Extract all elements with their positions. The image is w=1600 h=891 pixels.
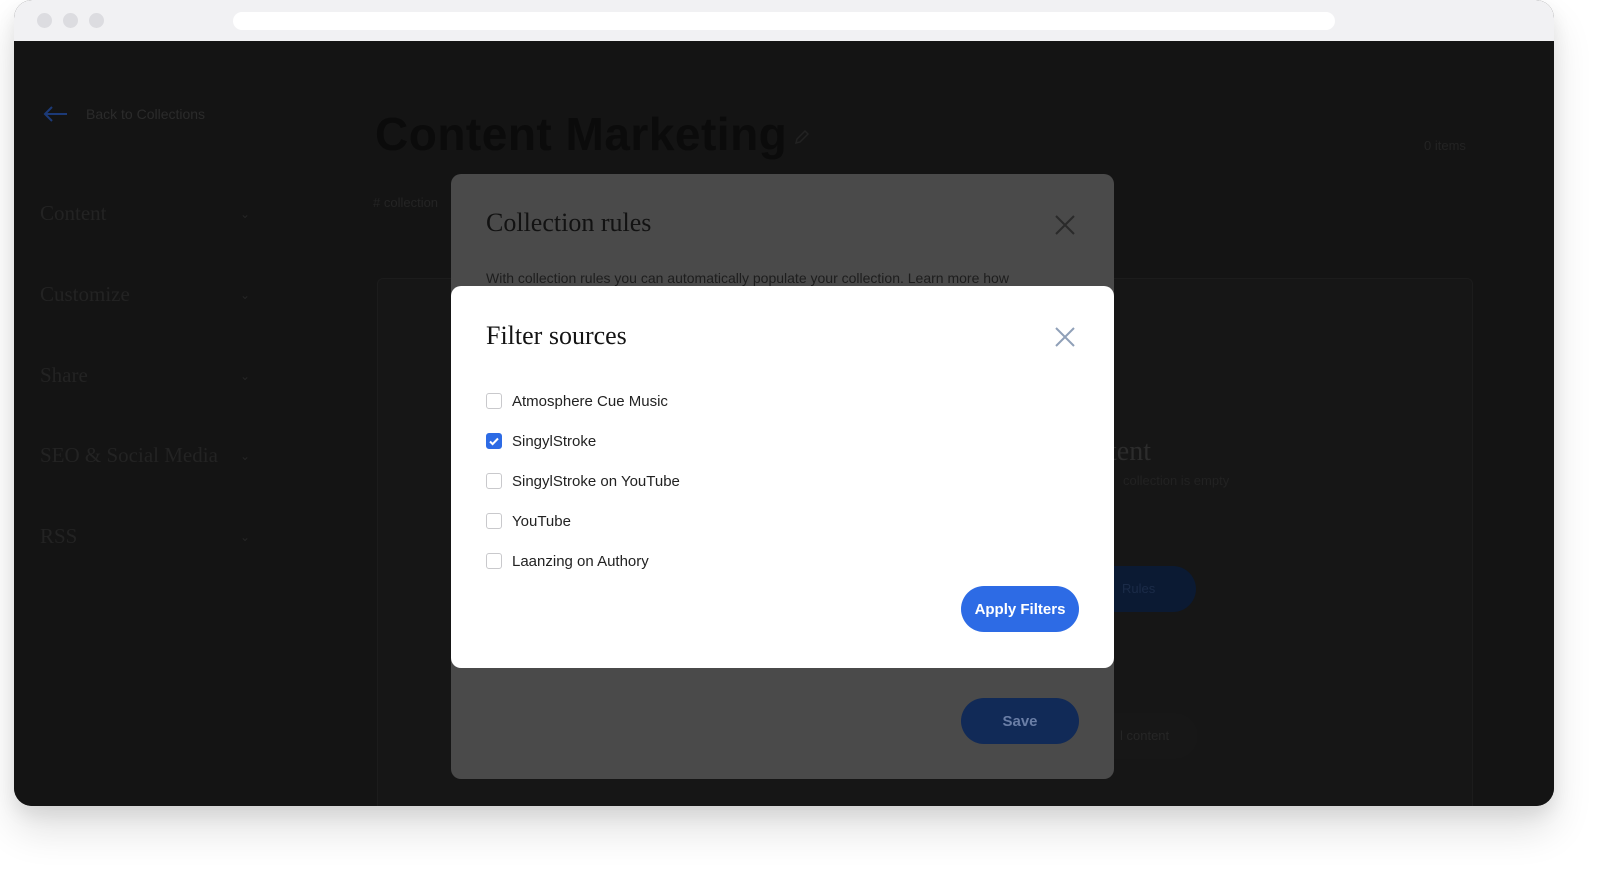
- window-maximize-dot[interactable]: [89, 13, 104, 28]
- add-content-button-label: l content: [1120, 728, 1170, 743]
- chevron-down-icon: ⌄: [240, 369, 251, 383]
- collection-rules-title: Collection rules: [486, 208, 652, 237]
- sidebar-item-label: RSS: [40, 524, 78, 548]
- source-option-singylstroke-on-youtube[interactable]: SingylStroke on YouTube: [486, 461, 680, 501]
- checkmark-icon: [489, 437, 499, 446]
- sidebar-item-customize[interactable]: Customize ⌄: [40, 282, 250, 312]
- filter-sources-title: Filter sources: [486, 321, 627, 350]
- sidebar-item-seo[interactable]: SEO & Social Media ⌄: [40, 443, 250, 473]
- empty-state-subtitle: collection is empty: [1123, 473, 1230, 488]
- sidebar-item-label: Share: [40, 363, 88, 387]
- chevron-down-icon: ⌄: [240, 449, 251, 463]
- sidebar-item-content[interactable]: Content ⌄: [40, 201, 250, 231]
- collection-rules-button[interactable]: Rules: [1104, 566, 1196, 612]
- page-background: Back to Collections Content ⌄ Customize …: [14, 41, 1554, 806]
- address-bar[interactable]: [233, 12, 1335, 30]
- sidebar-item-label: Customize: [40, 282, 130, 306]
- collection-rules-button-label: Rules: [1122, 581, 1156, 596]
- source-option-singylstroke[interactable]: SingylStroke: [486, 421, 680, 461]
- breadcrumb: # collection: [373, 195, 439, 210]
- sidebar-item-share[interactable]: Share ⌄: [40, 363, 250, 393]
- edit-icon[interactable]: [794, 129, 810, 145]
- items-count: 0 items: [1424, 138, 1466, 153]
- collection-rules-description: With collection rules you can automatica…: [486, 270, 1009, 286]
- source-options-list: Atmosphere Cue Music SingylStroke Singyl…: [486, 381, 680, 581]
- browser-window: Back to Collections Content ⌄ Customize …: [14, 0, 1554, 806]
- browser-chrome: [14, 0, 1554, 42]
- back-to-collections-link[interactable]: Back to Collections: [42, 105, 205, 123]
- close-icon[interactable]: [1054, 214, 1076, 236]
- page-title: Content Marketing: [375, 108, 788, 160]
- checkbox-unchecked[interactable]: [486, 553, 502, 569]
- checkbox-checked[interactable]: [486, 433, 502, 449]
- filter-sources-modal: Filter sources Atmosphere Cue Music Sing…: [451, 286, 1114, 668]
- source-option-label: YouTube: [512, 512, 571, 530]
- source-option-laanzing-on-authory[interactable]: Laanzing on Authory: [486, 541, 680, 581]
- sidebar-item-label: SEO & Social Media: [40, 443, 218, 467]
- arrow-left-icon: [43, 106, 67, 122]
- save-button[interactable]: Save: [961, 698, 1079, 744]
- source-option-label: Laanzing on Authory: [512, 552, 649, 570]
- source-option-youtube[interactable]: YouTube: [486, 501, 680, 541]
- source-option-label: SingylStroke: [512, 432, 597, 450]
- window-minimize-dot[interactable]: [63, 13, 78, 28]
- source-option-label: Atmosphere Cue Music: [512, 392, 668, 410]
- close-icon[interactable]: [1054, 326, 1076, 348]
- apply-filters-button[interactable]: Apply Filters: [961, 586, 1079, 632]
- sidebar-item-label: Content: [40, 201, 107, 225]
- empty-state-heading: tent: [1109, 436, 1151, 467]
- source-option-label: SingylStroke on YouTube: [512, 472, 680, 490]
- checkbox-unchecked[interactable]: [486, 513, 502, 529]
- back-link-label: Back to Collections: [86, 106, 206, 122]
- checkbox-unchecked[interactable]: [486, 473, 502, 489]
- source-option-atmosphere-cue-music[interactable]: Atmosphere Cue Music: [486, 381, 680, 421]
- chevron-down-icon: ⌄: [240, 288, 251, 302]
- checkbox-unchecked[interactable]: [486, 393, 502, 409]
- window-close-dot[interactable]: [37, 13, 52, 28]
- add-content-button[interactable]: l content: [1106, 713, 1198, 759]
- chevron-down-icon: ⌄: [240, 530, 251, 544]
- chevron-down-icon: ⌄: [240, 207, 251, 221]
- sidebar-item-rss[interactable]: RSS ⌄: [40, 524, 250, 554]
